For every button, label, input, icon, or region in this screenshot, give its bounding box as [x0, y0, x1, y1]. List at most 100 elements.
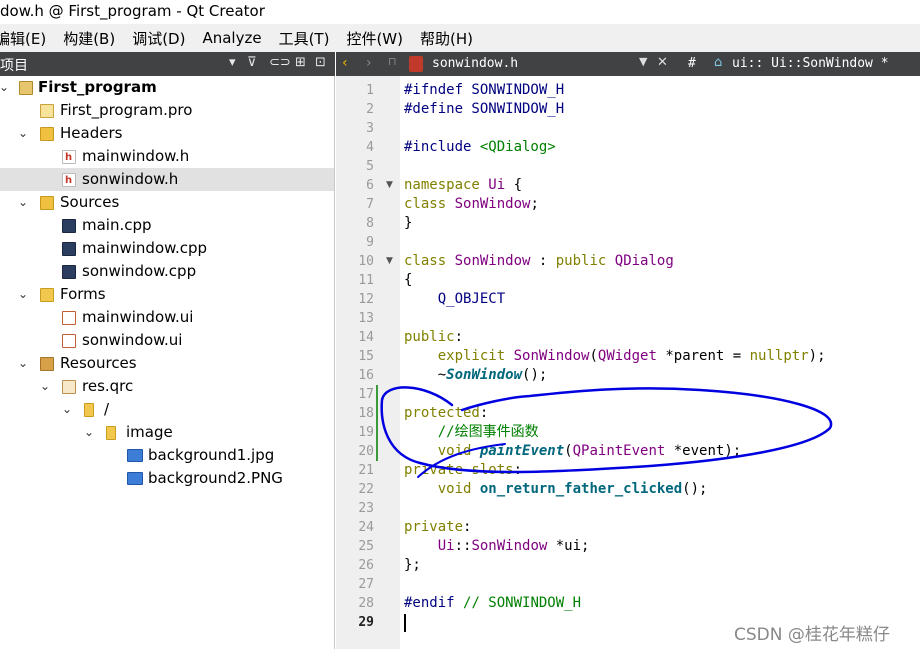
code-line: ~SonWindow();: [404, 367, 548, 383]
code-line: #define SONWINDOW_H: [404, 101, 565, 117]
menu-controls[interactable]: 控件(W): [346, 28, 403, 49]
tree-item-label: image: [126, 423, 173, 441]
line-number: 6: [366, 178, 374, 193]
tree-item-label: Sources: [60, 193, 120, 211]
hash-icon[interactable]: #: [688, 56, 696, 71]
tree-item-selected[interactable]: sonwindow.h: [0, 168, 334, 192]
line-number: 26: [358, 558, 374, 573]
chevron-down-icon[interactable]: ⌄: [16, 352, 30, 375]
qrc-file-icon: [62, 380, 76, 394]
line-number: 3: [366, 121, 374, 136]
chevron-down-icon[interactable]: ⌄: [0, 76, 11, 99]
code-line: explicit SonWindow(QWidget *parent = nul…: [437, 348, 826, 364]
project-selector[interactable]: 项目: [0, 55, 28, 75]
cpp-file-icon: [62, 219, 76, 233]
symbol-icon: ⌂: [714, 55, 723, 70]
close-document-icon[interactable]: ✕: [657, 55, 668, 70]
fold-marker-icon[interactable]: ▼: [386, 180, 393, 190]
folder-icon: [106, 426, 116, 440]
code-editor[interactable]: 1 2 3 4 5 6 7 8 9 10 11 12 13 14 15 16 1…: [336, 76, 920, 649]
tree-item[interactable]: background1.jpg: [0, 444, 334, 467]
open-file-selector[interactable]: sonwindow.h: [432, 56, 518, 71]
image-file-icon: [127, 472, 143, 485]
line-number: 1: [366, 83, 374, 98]
menu-help[interactable]: 帮助(H): [420, 28, 473, 49]
symbol-selector[interactable]: ui:: Ui::SonWindow *: [732, 56, 889, 71]
split-icon[interactable]: ⊞: [295, 55, 306, 70]
chevron-down-icon[interactable]: ⌄: [16, 191, 30, 214]
file-dropdown-icon[interactable]: ▼: [639, 55, 647, 68]
tree-item-label: First_program: [38, 78, 157, 96]
line-number: 27: [358, 577, 374, 592]
ui-file-icon: [62, 311, 76, 325]
chevron-down-icon[interactable]: ⌄: [60, 398, 74, 421]
menu-debug[interactable]: 调试(D): [132, 28, 185, 49]
folder-icon: [84, 403, 94, 417]
tree-item[interactable]: mainwindow.h: [0, 145, 334, 169]
line-number: 25: [358, 539, 374, 554]
code-line: class SonWindow;: [404, 196, 539, 212]
header-file-icon: [62, 169, 76, 192]
line-number: 17: [358, 387, 374, 402]
tree-item[interactable]: ⌄ Resources: [0, 352, 334, 375]
tree-item[interactable]: ⌄ image: [0, 421, 334, 444]
tree-item[interactable]: ⌄ Sources: [0, 191, 334, 214]
editor-toolbar: ‹ › ⊓ sonwindow.h ▼ ✕ # ⌂ ui:: Ui::SonWi…: [336, 52, 920, 76]
code-line: void on_return_father_clicked();: [437, 481, 708, 497]
tree-item[interactable]: main.cpp: [0, 214, 334, 237]
tree-item[interactable]: ⌄ /: [0, 398, 334, 421]
pro-file-icon: [40, 104, 54, 118]
menu-tools[interactable]: 工具(T): [279, 28, 330, 49]
chevron-down-icon[interactable]: ⌄: [16, 283, 30, 306]
code-line: protected:: [404, 405, 489, 421]
line-number: 8: [366, 216, 374, 231]
line-number: 5: [366, 159, 374, 174]
code-line: namespace Ui {: [404, 177, 523, 193]
line-number: 24: [358, 520, 374, 535]
code-line: Ui::SonWindow *ui;: [437, 538, 590, 554]
chevron-down-icon[interactable]: ⌄: [16, 122, 30, 145]
line-number: 20: [358, 444, 374, 459]
forward-arrow-icon[interactable]: ›: [366, 55, 372, 71]
tree-item-label: sonwindow.ui: [82, 331, 183, 349]
menu-build[interactable]: 构建(B): [63, 28, 115, 49]
tree-item-label: Forms: [60, 285, 106, 303]
tree-item[interactable]: ⌄ First_program: [0, 76, 334, 99]
tree-item[interactable]: mainwindow.cpp: [0, 237, 334, 260]
link-icon[interactable]: ⊂⊃: [269, 55, 291, 70]
back-arrow-icon[interactable]: ‹: [342, 55, 348, 71]
line-number: 7: [366, 197, 374, 212]
cpp-file-icon: [62, 242, 76, 256]
close-panel-icon[interactable]: ⊡: [315, 55, 326, 70]
filter-icon[interactable]: ⊽: [247, 55, 257, 70]
tree-item[interactable]: First_program.pro: [0, 99, 334, 122]
tree-item[interactable]: background2.PNG: [0, 467, 334, 490]
tree-item[interactable]: sonwindow.cpp: [0, 260, 334, 283]
line-number: 2: [366, 102, 374, 117]
line-number: 9: [366, 235, 374, 250]
line-number-gutter: 1 2 3 4 5 6 7 8 9 10 11 12 13 14 15 16 1…: [336, 76, 400, 649]
watermark: CSDN @桂花年糕仔: [734, 625, 890, 645]
tree-item-label: sonwindow.h: [82, 170, 179, 188]
chevron-down-icon[interactable]: ⌄: [38, 375, 52, 398]
dropdown-icon[interactable]: ▾: [229, 55, 236, 70]
tree-item[interactable]: sonwindow.ui: [0, 329, 334, 352]
code-line: #ifndef SONWINDOW_H: [404, 82, 565, 98]
project-icon: [19, 81, 33, 95]
tree-item-label: mainwindow.ui: [82, 308, 194, 326]
tree-item[interactable]: ⌄ Forms: [0, 283, 334, 306]
text-cursor: [404, 614, 406, 632]
menu-analyze[interactable]: Analyze: [202, 29, 261, 47]
image-file-icon: [127, 449, 143, 462]
fold-marker-icon[interactable]: ▼: [386, 256, 393, 266]
chevron-down-icon[interactable]: ⌄: [82, 421, 96, 444]
code-line: private slots:: [404, 462, 523, 478]
tree-item-label: mainwindow.cpp: [82, 239, 208, 257]
menu-edit[interactable]: 编辑(E): [0, 28, 46, 49]
line-number: 19: [358, 425, 374, 440]
code-line: private:: [404, 519, 472, 535]
headers-folder-icon: [40, 127, 54, 141]
tree-item[interactable]: ⌄ res.qrc: [0, 375, 334, 398]
tree-item[interactable]: mainwindow.ui: [0, 306, 334, 329]
tree-item[interactable]: ⌄ Headers: [0, 122, 334, 145]
